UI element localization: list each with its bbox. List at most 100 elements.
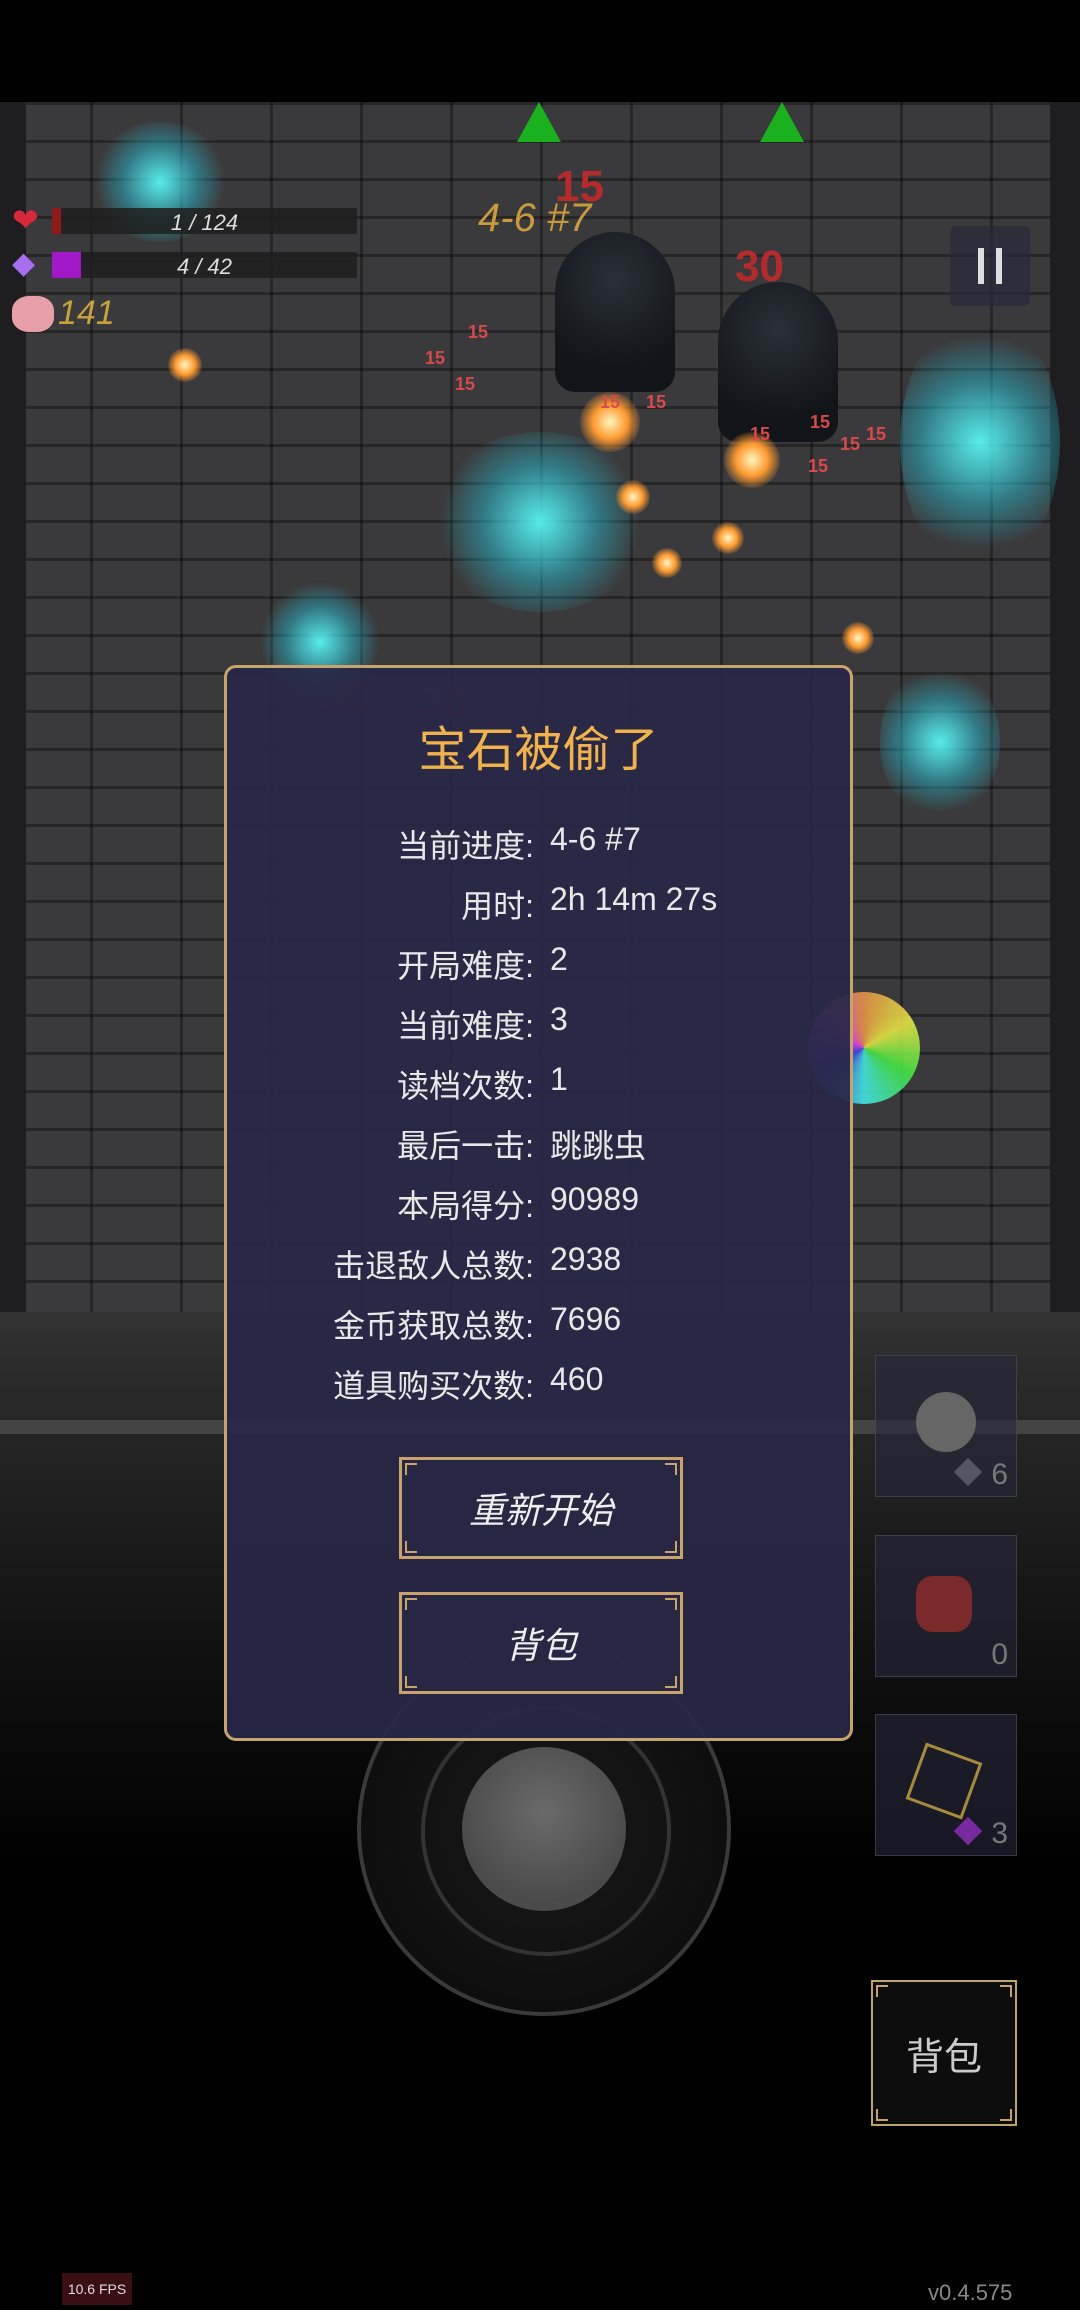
stat-label: 用时: (461, 888, 534, 924)
stat-row: 金币获取总数: 7696 (227, 1301, 850, 1351)
stat-label: 道具购买次数: (333, 1368, 534, 1404)
stat-row: 用时: 2h 14m 27s (227, 881, 850, 931)
stat-label: 当前难度: (397, 1008, 534, 1044)
potion-icon (916, 1576, 972, 1632)
gem-icon (953, 1457, 983, 1487)
item-slot-dice[interactable]: 3 (875, 1714, 1017, 1856)
hp-text: 1 / 124 (170, 210, 239, 235)
heart-icon: ❤ (12, 202, 39, 238)
stat-label: 读档次数: (397, 1068, 534, 1104)
item-slot-potion[interactable]: 0 (875, 1535, 1017, 1677)
game-over-dialog: 宝石被偷了 当前进度: 4-6 #7 用时: 2h 14m 27s 开局难度: … (224, 665, 853, 1741)
corner-decoration (665, 1463, 677, 1475)
stat-value: 1 (550, 1061, 568, 1097)
item-count: 3 (991, 1817, 1008, 1850)
mana-crystal-icon: ◆ (12, 247, 36, 280)
dialog-backpack-button-label: 背包 (504, 1625, 577, 1666)
corner-decoration (665, 1598, 677, 1610)
corner-decoration (665, 1541, 677, 1553)
bomb-icon (916, 1392, 976, 1452)
damage-number: 15 (866, 424, 887, 444)
corner-decoration (405, 1463, 417, 1475)
stat-row: 当前进度: 4-6 #7 (227, 821, 850, 871)
damage-number: 15 (808, 456, 829, 476)
stat-row: 读档次数: 1 (227, 1061, 850, 1111)
stat-value: 2 (550, 941, 568, 977)
damage-number: 15 (646, 392, 667, 412)
stat-value: 跳跳虫 (550, 1128, 647, 1164)
damage-number: 15 (810, 412, 831, 432)
corner-decoration (1000, 2109, 1012, 2121)
stat-row: 击退敌人总数: 2938 (227, 1241, 850, 1291)
stat-label: 击退敌人总数: (333, 1248, 534, 1284)
stat-label: 当前进度: (397, 828, 534, 864)
pause-icon (978, 248, 984, 284)
stat-value: 7696 (550, 1301, 622, 1337)
gem-icon (953, 1816, 983, 1846)
level-label: 4-6 #7 (478, 196, 592, 240)
stat-row: 开局难度: 2 (227, 941, 850, 991)
stat-label: 开局难度: (397, 948, 534, 984)
item-count: 0 (991, 1638, 1008, 1671)
fireball (168, 348, 202, 382)
coin-counter: 141 (0, 292, 300, 338)
damage-number: 15 (425, 348, 446, 368)
dungeon-wall-left (0, 102, 26, 1312)
stat-label: 最后一击: (397, 1128, 534, 1164)
damage-number: 15 (750, 424, 771, 444)
damage-number: 15 (600, 392, 621, 412)
dungeon-wall-right (1050, 102, 1080, 1312)
fireball (616, 480, 650, 514)
item-count: 6 (991, 1458, 1008, 1491)
mana-text: 4 / 42 (176, 254, 233, 279)
restart-button-label: 重新开始 (468, 1490, 613, 1531)
stat-value: 4-6 #7 (550, 821, 641, 857)
corner-decoration (876, 2109, 888, 2121)
damage-number: 15 (468, 322, 489, 342)
dialog-backpack-button[interactable]: 背包 (399, 1592, 683, 1694)
restart-button[interactable]: 重新开始 (399, 1457, 683, 1559)
pause-icon (996, 248, 1002, 284)
fps-counter: 10.6 FPS (62, 2273, 132, 2305)
joystick-knob[interactable] (462, 1747, 626, 1911)
ice-effect (880, 662, 1000, 822)
stat-row: 最后一击: 跳跳虫 (227, 1121, 850, 1171)
corner-decoration (405, 1676, 417, 1688)
exit-arrow-icon (760, 102, 804, 142)
corner-decoration (876, 1985, 888, 1997)
version-label: v0.4.575 (928, 2280, 1013, 2305)
stat-row: 当前难度: 3 (227, 1001, 850, 1051)
dialog-title: 宝石被偷了 (418, 724, 659, 777)
damage-number: 15 (455, 374, 476, 394)
stat-value: 2h 14m 27s (550, 881, 718, 917)
fireball (712, 522, 744, 554)
stat-value: 3 (550, 1001, 568, 1037)
stat-label: 金币获取总数: (333, 1308, 534, 1344)
corner-decoration (405, 1541, 417, 1553)
stat-row: 道具购买次数: 460 (227, 1361, 850, 1411)
fireball (842, 622, 874, 654)
stat-row: 本局得分: 90989 (227, 1181, 850, 1231)
dice-icon (905, 1742, 983, 1820)
hp-bar-track: 1 / 124 (52, 208, 357, 235)
hp-bar: ❤ 1 / 124 (0, 204, 400, 238)
corner-decoration (405, 1598, 417, 1610)
corner-decoration (665, 1676, 677, 1688)
fireball (652, 548, 682, 578)
piggy-bank-icon (12, 296, 54, 332)
damage-number: 30 (735, 242, 784, 291)
exit-arrow-icon (517, 102, 561, 142)
ice-effect (430, 432, 650, 612)
pause-button[interactable] (950, 226, 1030, 306)
reaper-enemy (555, 232, 675, 392)
item-slot-bomb[interactable]: 6 (875, 1355, 1017, 1497)
stat-value: 460 (550, 1361, 604, 1397)
ice-effect (900, 312, 1060, 572)
coin-count: 141 (58, 294, 115, 332)
damage-number: 15 (840, 434, 861, 454)
corner-decoration (1000, 1985, 1012, 1997)
mana-bar-track: 4 / 42 (52, 252, 357, 279)
backpack-button[interactable]: 背包 (871, 1980, 1017, 2126)
stat-value: 90989 (550, 1181, 639, 1217)
stat-label: 本局得分: (397, 1188, 534, 1224)
